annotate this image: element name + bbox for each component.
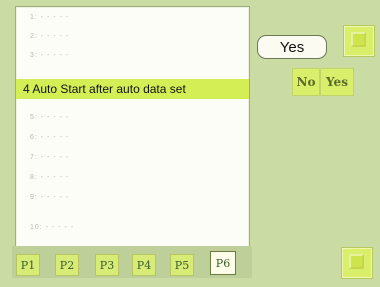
list-item[interactable]: 6: - - - - - (16, 127, 249, 147)
list-item[interactable]: 1: - - - - - (16, 7, 249, 27)
list-item[interactable]: 5: - - - - - (16, 107, 249, 127)
yes-button[interactable]: Yes (320, 68, 354, 96)
settings-list[interactable]: 1: - - - - - 2: - - - - - 3: - - - - - 4… (15, 6, 250, 250)
list-item[interactable]: 7: - - - - - (16, 147, 249, 167)
list-item[interactable]: 3: - - - - - (16, 45, 249, 65)
no-button[interactable]: No (292, 68, 320, 96)
list-item[interactable]: 9: - - - - - (16, 187, 249, 207)
tab-p1[interactable]: P1 (16, 254, 40, 276)
tab-p3[interactable]: P3 (95, 254, 119, 276)
confirm-button[interactable] (341, 247, 373, 279)
list-item[interactable]: 8: - - - - - (16, 167, 249, 187)
tab-p4[interactable]: P4 (132, 254, 156, 276)
tab-p5[interactable]: P5 (170, 254, 194, 276)
list-item[interactable]: 2: - - - - - (16, 26, 249, 46)
confirm-icon (349, 254, 364, 269)
list-item-label: 4 Auto Start after auto data set (23, 82, 186, 96)
list-item-selected[interactable]: 4 Auto Start after auto data set (16, 79, 249, 99)
current-value-display: Yes (257, 35, 327, 59)
list-item[interactable]: 10: - - - - - (16, 217, 249, 237)
settings-screen: 1: - - - - - 2: - - - - - 3: - - - - - 4… (0, 0, 380, 287)
return-icon (351, 32, 366, 47)
tab-p6[interactable]: P6 (210, 251, 236, 275)
tab-p2[interactable]: P2 (55, 254, 79, 276)
return-button[interactable] (343, 25, 375, 57)
